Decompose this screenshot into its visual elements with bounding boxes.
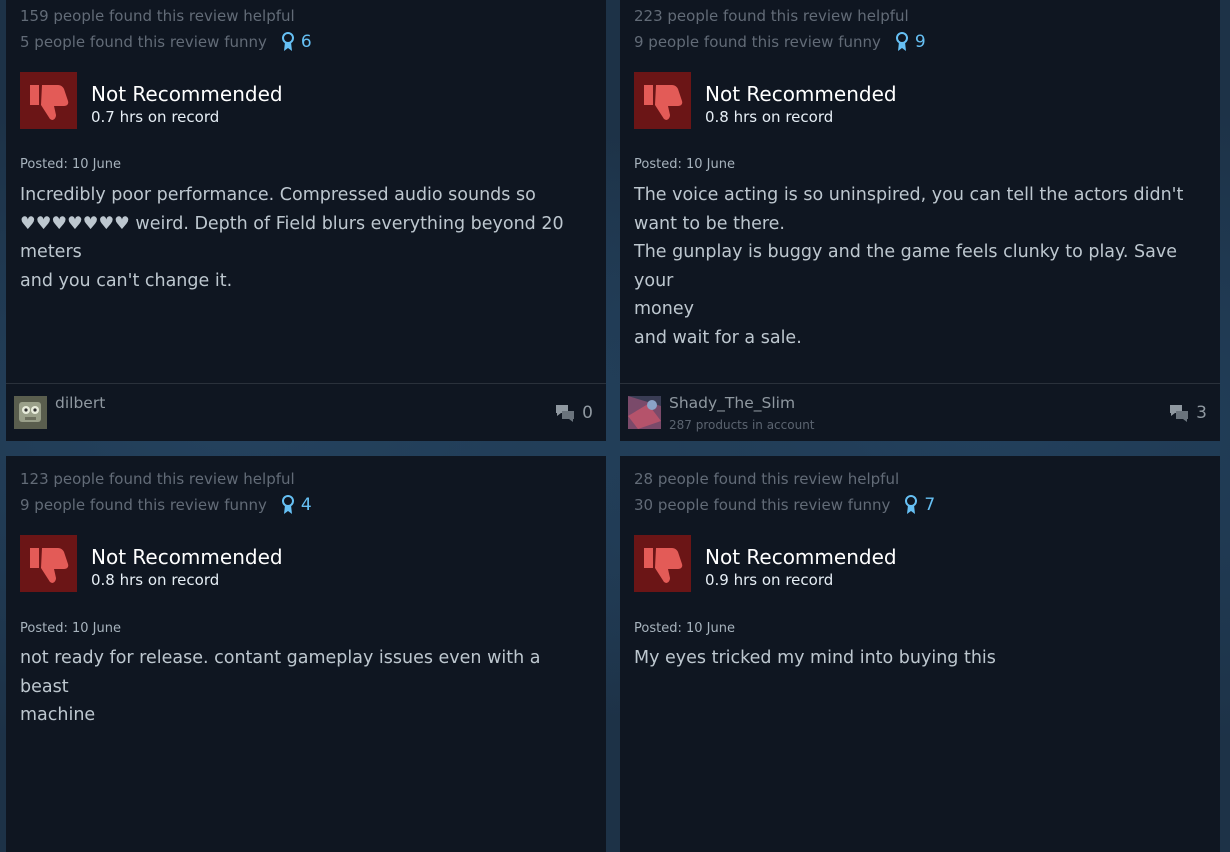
comment-count: 3	[1196, 403, 1207, 423]
comments-button[interactable]: 3	[1168, 403, 1207, 423]
thumbs-down-icon	[634, 535, 691, 592]
award-icon	[281, 495, 294, 514]
hours-on-record: 0.7 hrs on record	[91, 108, 220, 126]
award-badge[interactable]: 6	[281, 29, 312, 55]
hours-on-record: 0.9 hrs on record	[705, 571, 834, 589]
posted-date: Posted: 10 June	[20, 621, 121, 636]
thumbs-down-icon	[20, 72, 77, 129]
award-count: 6	[300, 32, 312, 52]
comment-icon	[556, 405, 575, 422]
helpful-count: 223 people found this review helpful	[634, 7, 909, 25]
thumbs-down-icon	[20, 535, 77, 592]
review-text: My eyes tricked my mind into buying this	[634, 648, 996, 668]
review-text: The voice acting is so uninspired, you c…	[634, 185, 1184, 348]
review-card: 223 people found this review helpful 9 p…	[620, 0, 1220, 441]
robot-avatar-icon[interactable]	[14, 396, 47, 429]
award-icon	[281, 32, 294, 51]
recommendation-block[interactable]: Not Recommended 0.7 hrs on record	[20, 72, 283, 129]
comment-count: 0	[582, 403, 593, 423]
award-icon	[895, 32, 908, 51]
helpful-count: 123 people found this review helpful	[20, 470, 295, 488]
funny-count: 9 people found this review funny	[634, 33, 881, 51]
helpful-count: 159 people found this review helpful	[20, 7, 295, 25]
author-name[interactable]: Shady_The_Slim	[669, 394, 795, 412]
award-badge[interactable]: 4	[281, 492, 312, 518]
posted-date: Posted: 10 June	[634, 157, 735, 172]
award-badge[interactable]: 9	[895, 29, 926, 55]
comments-button[interactable]: 0	[554, 403, 593, 423]
review-footer: dilbert 0	[6, 383, 606, 441]
author-name[interactable]: dilbert	[55, 394, 105, 412]
recommendation-block[interactable]: Not Recommended 0.8 hrs on record	[634, 72, 897, 129]
recommendation-title: Not Recommended	[91, 545, 283, 569]
review-card: 123 people found this review helpful 9 p…	[6, 456, 606, 852]
recommendation-title: Not Recommended	[705, 545, 897, 569]
helpful-count: 28 people found this review helpful	[634, 470, 900, 488]
award-count: 7	[924, 495, 936, 515]
review-card: 159 people found this review helpful 5 p…	[6, 0, 606, 441]
funny-count: 30 people found this review funny	[634, 496, 891, 514]
art-avatar-icon[interactable]	[628, 396, 661, 429]
award-badge[interactable]: 7	[904, 492, 935, 518]
award-count: 9	[914, 32, 926, 52]
hours-on-record: 0.8 hrs on record	[91, 571, 220, 589]
recommendation-title: Not Recommended	[91, 82, 283, 106]
recommendation-block[interactable]: Not Recommended 0.8 hrs on record	[20, 535, 283, 592]
recommendation-block[interactable]: Not Recommended 0.9 hrs on record	[634, 535, 897, 592]
posted-date: Posted: 10 June	[20, 157, 121, 172]
funny-count: 5 people found this review funny	[20, 33, 267, 51]
review-text: not ready for release. contant gameplay …	[20, 648, 541, 725]
review-card: 28 people found this review helpful 30 p…	[620, 456, 1220, 852]
award-icon	[905, 495, 918, 514]
funny-count: 9 people found this review funny	[20, 496, 267, 514]
award-count: 4	[300, 495, 312, 515]
products-in-account: 287 products in account	[669, 418, 815, 432]
posted-date: Posted: 10 June	[634, 621, 735, 636]
review-text: Incredibly poor performance. Compressed …	[20, 185, 564, 291]
recommendation-title: Not Recommended	[705, 82, 897, 106]
comment-icon	[1170, 405, 1189, 422]
hours-on-record: 0.8 hrs on record	[705, 108, 834, 126]
review-footer: Shady_The_Slim 287 products in account 3	[620, 383, 1220, 441]
thumbs-down-icon	[634, 72, 691, 129]
